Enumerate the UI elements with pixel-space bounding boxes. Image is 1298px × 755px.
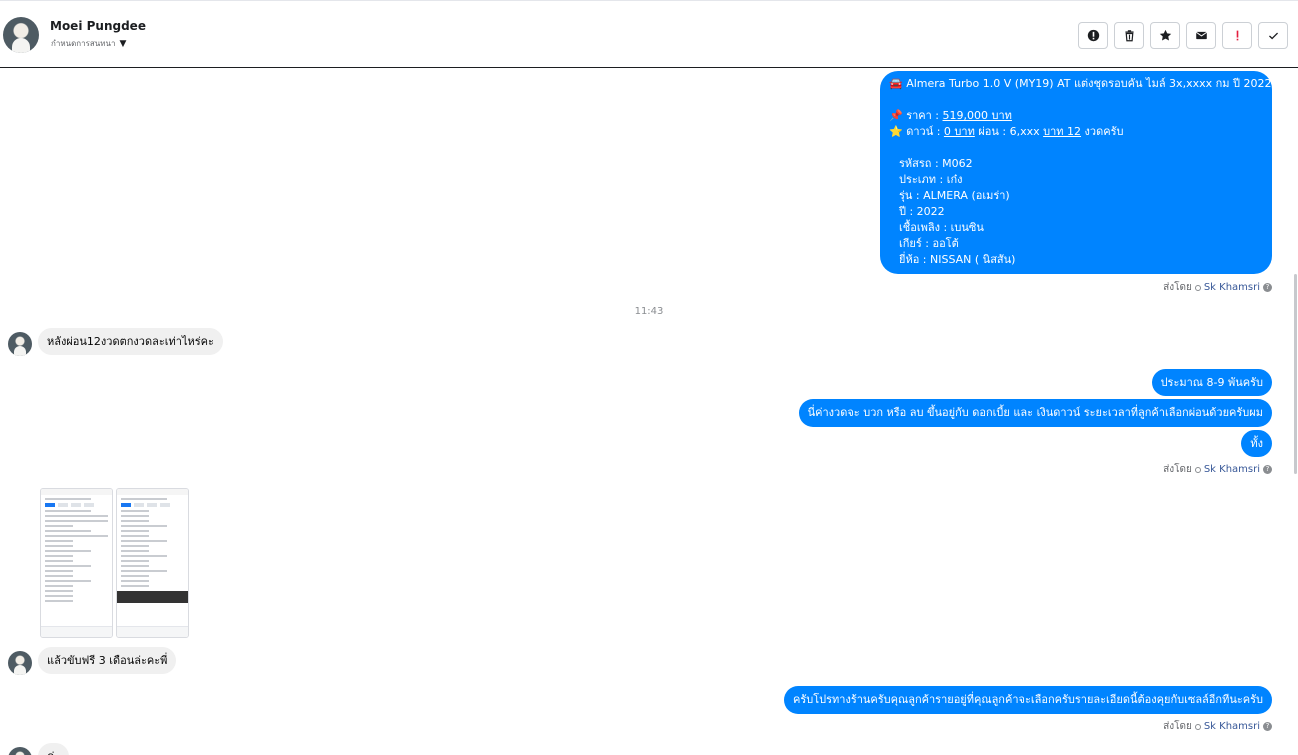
star-button[interactable] xyxy=(1150,22,1180,49)
spec-brand: ยี่ห้อ : NISSAN ( นิสสัน) xyxy=(899,253,1016,266)
help-icon[interactable]: ? xyxy=(1263,722,1272,731)
attached-screenshot-image[interactable] xyxy=(116,488,189,638)
price-link[interactable]: 519,000 บาท xyxy=(943,109,1012,122)
contact-avatar[interactable] xyxy=(3,17,39,53)
alert-circle-icon xyxy=(1087,29,1099,42)
attached-screenshot-image[interactable] xyxy=(40,488,113,638)
sender-name-link[interactable]: Sk Khamsri xyxy=(1204,282,1260,293)
outgoing-message[interactable]: ทั้ง xyxy=(1241,430,1272,457)
help-icon[interactable]: ? xyxy=(1263,283,1272,292)
report-spam-button[interactable] xyxy=(1078,22,1108,49)
star-icon xyxy=(1159,29,1171,41)
spec-model: รุ่น : ALMERA (อเมร่า) xyxy=(899,189,1010,202)
spec-gear: เกียร์ : ออโต้ xyxy=(899,237,959,250)
agent-status-icon xyxy=(1194,466,1201,473)
conversation-header: Moei Pungdee กำหนดการสนทนา ▼ xyxy=(0,0,1298,68)
trash-icon xyxy=(1124,30,1134,42)
spec-year: ปี : 2022 xyxy=(899,205,945,218)
sender-avatar[interactable] xyxy=(8,651,32,675)
mark-unread-button[interactable] xyxy=(1186,22,1216,49)
listing-price: 📌 ราคา : 519,000 บาท xyxy=(889,109,1012,122)
listing-down-payment: ⭐ ดาวน์ : 0 บาท ผ่อน : 6,xxx บาท 12 งวดค… xyxy=(889,125,1124,138)
outgoing-message[interactable]: ครับโปรทางร้านครับคุณลูกค้ารายอยู่ที่คุณ… xyxy=(783,686,1272,714)
agent-status-icon xyxy=(1194,723,1201,730)
outgoing-message-car-listing[interactable]: 🚘 Almera Turbo 1.0 V (MY19) AT แต่งชุดรอ… xyxy=(880,71,1272,274)
listing-title: 🚘 Almera Turbo 1.0 V (MY19) AT แต่งชุดรอ… xyxy=(889,77,1272,90)
thread-scrollbar[interactable] xyxy=(1294,274,1297,474)
spec-fuel: เชื้อเพลิง : เบนซิน xyxy=(899,221,984,234)
sent-by-label: ส่งโดย Sk Khamsri ? xyxy=(1163,280,1272,295)
outgoing-message[interactable]: ประมาณ 8-9 พันครับ xyxy=(1151,369,1272,396)
conversation-schedule-dropdown[interactable]: กำหนดการสนทนา ▼ xyxy=(51,37,126,50)
sender-name-link[interactable]: Sk Khamsri xyxy=(1204,721,1260,732)
spec-type: ประเภท : เก๋ง xyxy=(899,173,963,186)
message-thread[interactable]: 🚘 Almera Turbo 1.0 V (MY19) AT แต่งชุดรอ… xyxy=(0,69,1298,755)
incoming-message[interactable]: หลังผ่อน12งวดตกงวดละเท่าไหร่คะ xyxy=(38,328,223,355)
caret-down-icon: ▼ xyxy=(119,38,127,49)
spec-code: รหัสรถ : M062 xyxy=(899,157,973,170)
agent-status-icon xyxy=(1194,284,1201,291)
mail-icon xyxy=(1195,31,1207,40)
help-icon[interactable]: ? xyxy=(1263,465,1272,474)
down-payment-link[interactable]: 0 บาท xyxy=(944,125,975,138)
outgoing-message[interactable]: นี่ค่างวดจะ บวก หรือ ลบ ขึ้นอยู่กับ ดอกเ… xyxy=(798,399,1272,427)
delete-button[interactable] xyxy=(1114,22,1144,49)
header-toolbar xyxy=(1078,22,1288,49)
check-icon xyxy=(1268,32,1278,40)
exclamation-icon xyxy=(1236,30,1238,41)
incoming-message[interactable]: แล้วขับฟรี 3 เดือนล่ะคะพี่ xyxy=(38,647,177,674)
sender-name-link[interactable]: Sk Khamsri xyxy=(1204,464,1260,475)
sent-by-label: ส่งโดย Sk Khamsri ? xyxy=(1163,462,1272,477)
timestamp: 11:43 xyxy=(634,306,664,317)
sender-avatar[interactable] xyxy=(8,747,32,755)
incoming-message[interactable]: ค่ะ xyxy=(38,743,70,755)
installment-link[interactable]: บาท 12 xyxy=(1043,125,1081,138)
follow-up-button[interactable] xyxy=(1222,22,1252,49)
sent-by-label: ส่งโดย Sk Khamsri ? xyxy=(1163,719,1272,734)
sender-avatar[interactable] xyxy=(8,332,32,356)
contact-name[interactable]: Moei Pungdee xyxy=(50,19,146,33)
conversation-schedule-label: กำหนดการสนทนา xyxy=(51,39,116,48)
mark-done-button[interactable] xyxy=(1258,22,1288,49)
